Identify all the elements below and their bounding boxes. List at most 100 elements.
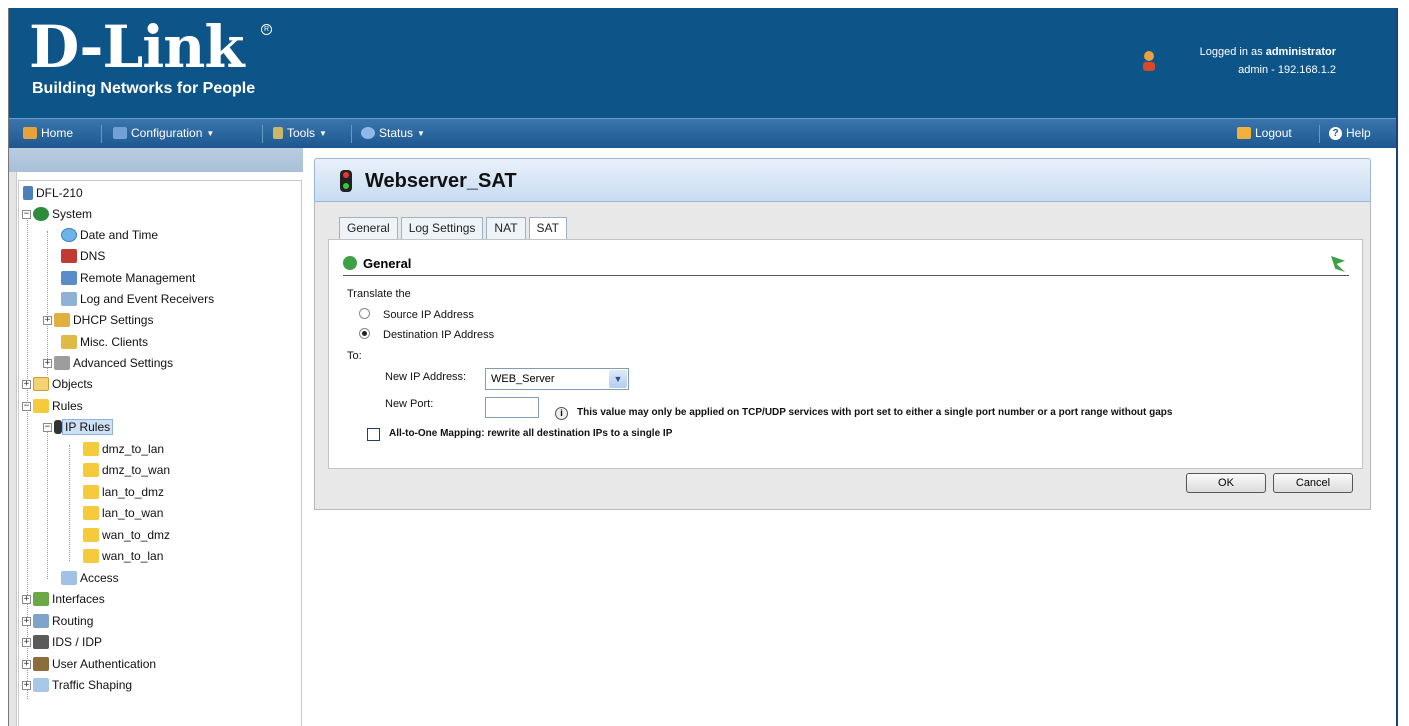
new-ip-value: WEB_Server <box>491 373 555 385</box>
tree-label: User Authentication <box>52 657 157 671</box>
expand-icon[interactable]: + <box>22 616 31 626</box>
header: D-Link R Building Networks for People Lo… <box>9 8 1396 118</box>
tree-item-dhcp[interactable]: + DHCP Settings <box>43 310 153 330</box>
tree-label: DHCP Settings <box>73 313 154 327</box>
caret-down-icon: ▼ <box>206 128 215 138</box>
new-ip-select[interactable]: WEB_Server ▼ <box>485 368 629 390</box>
tree-label: Log and Event Receivers <box>80 292 215 306</box>
tree-item-interfaces[interactable]: + Interfaces <box>22 589 105 609</box>
routing-icon <box>33 614 49 628</box>
collapse-icon[interactable]: − <box>43 422 52 432</box>
expand-icon[interactable]: + <box>22 379 31 389</box>
to-label: To: <box>347 350 362 362</box>
sidebar-header <box>9 148 303 172</box>
expand-icon[interactable]: + <box>22 594 31 604</box>
reset-icon[interactable] <box>1331 256 1345 272</box>
expand-icon[interactable]: + <box>43 315 52 325</box>
menu-logout-label: Logout <box>1255 126 1292 140</box>
tree-item-dns[interactable]: DNS <box>61 246 105 266</box>
new-port-input[interactable] <box>485 397 539 418</box>
tab-general[interactable]: General <box>339 217 398 239</box>
tree-item-advanced-settings[interactable]: + Advanced Settings <box>43 353 173 373</box>
source-ip-radio[interactable] <box>359 308 370 319</box>
tree-label: Advanced Settings <box>73 356 174 370</box>
device-icon <box>23 186 33 200</box>
tree-item-ip-rule[interactable]: lan_to_dmz <box>83 482 164 502</box>
tree-item-ip-rule[interactable]: wan_to_lan <box>83 546 163 566</box>
sidebar-scrollbar[interactable] <box>9 172 17 726</box>
menu-logout[interactable]: Logout <box>1237 126 1292 140</box>
tree-item-system[interactable]: − System <box>22 204 92 224</box>
expand-icon[interactable]: + <box>43 358 52 368</box>
access-icon <box>61 571 77 585</box>
tree-item-routing[interactable]: + Routing <box>22 611 93 631</box>
tree-item-log-receivers[interactable]: Log and Event Receivers <box>61 289 214 309</box>
help-icon: ? <box>1329 126 1342 140</box>
chevron-down-icon[interactable]: ▼ <box>609 370 627 388</box>
source-ip-label: Source IP Address <box>383 309 474 321</box>
tree-item-access[interactable]: Access <box>61 568 119 588</box>
collapse-icon[interactable]: − <box>22 401 31 411</box>
tree-label: lan_to_dmz <box>102 485 165 499</box>
menu-status[interactable]: Status ▼ <box>361 126 425 140</box>
menu-configuration[interactable]: Configuration ▼ <box>113 126 214 140</box>
tree-label: Misc. Clients <box>80 335 149 349</box>
menu-home[interactable]: Home <box>23 126 73 140</box>
menu-separator <box>101 125 102 143</box>
panel-title-bar: Webserver_SAT <box>314 158 1371 202</box>
menu-help[interactable]: ? Help <box>1329 126 1371 140</box>
tree-label: Remote Management <box>80 271 196 285</box>
tree-item-date-time[interactable]: Date and Time <box>61 225 158 245</box>
tree-item-ip-rule[interactable]: wan_to_dmz <box>83 525 170 545</box>
ok-button[interactable]: OK <box>1186 473 1266 493</box>
clock-icon <box>61 228 77 242</box>
tree-item-user-authentication[interactable]: + User Authentication <box>22 654 156 674</box>
traffic-light-icon <box>340 170 352 192</box>
menu-bar: Home Configuration ▼ Tools ▼ Status ▼ Lo… <box>9 118 1396 148</box>
tree-item-rules[interactable]: − Rules <box>22 396 83 416</box>
tab-sat[interactable]: SAT <box>528 217 567 240</box>
menu-tools[interactable]: Tools ▼ <box>273 126 327 140</box>
tree-item-traffic-shaping[interactable]: + Traffic Shaping <box>22 675 132 695</box>
tree-item-ip-rule[interactable]: lan_to_wan <box>83 503 163 523</box>
tree-label: dmz_to_wan <box>102 463 171 477</box>
tree-item-objects[interactable]: + Objects <box>22 374 93 394</box>
tab-nat[interactable]: NAT <box>486 217 526 239</box>
tree-item-ip-rule[interactable]: dmz_to_lan <box>83 439 164 459</box>
tab-bar: General Log Settings NAT SAT <box>339 217 570 240</box>
status-icon <box>361 127 375 139</box>
all-to-one-label: All-to-One Mapping: rewrite all destinat… <box>389 428 673 439</box>
user-authentication-icon <box>33 657 49 671</box>
collapse-icon[interactable]: − <box>22 209 31 219</box>
tree-label: lan_to_wan <box>102 506 164 520</box>
tree-label: System <box>52 207 93 221</box>
expand-icon[interactable]: + <box>22 659 31 669</box>
rule-icon <box>83 506 99 520</box>
tree-item-ip-rules[interactable]: − IP Rules <box>43 417 114 437</box>
tree-item-ip-rule[interactable]: dmz_to_wan <box>83 460 170 480</box>
tree-item-ids-idp[interactable]: + IDS / IDP <box>22 632 102 652</box>
destination-ip-label: Destination IP Address <box>383 329 495 341</box>
app-window: D-Link R Building Networks for People Lo… <box>8 8 1398 726</box>
tree-connector <box>47 424 48 579</box>
cancel-button[interactable]: Cancel <box>1273 473 1353 493</box>
tree-label: Objects <box>52 377 93 391</box>
user-icon <box>1143 51 1155 71</box>
tree-item-remote-management[interactable]: Remote Management <box>61 268 195 288</box>
section-header: General <box>343 254 1349 276</box>
tree-item-misc-clients[interactable]: Misc. Clients <box>61 332 148 352</box>
menu-configuration-label: Configuration <box>131 126 203 140</box>
home-icon <box>23 127 37 139</box>
configuration-icon <box>113 127 127 139</box>
tab-log-settings[interactable]: Log Settings <box>400 217 484 239</box>
tree-label: IDS / IDP <box>52 635 103 649</box>
tree-label: Interfaces <box>52 592 105 606</box>
all-to-one-checkbox[interactable] <box>367 428 380 441</box>
login-prefix: Logged in as <box>1199 46 1266 58</box>
expand-icon[interactable]: + <box>22 680 31 690</box>
tree-item-device[interactable]: DFL-210 <box>23 183 83 203</box>
tree-label: Date and Time <box>80 228 159 242</box>
expand-icon[interactable]: + <box>22 637 31 647</box>
port-hint: This value may only be applied on TCP/UD… <box>577 407 1173 418</box>
destination-ip-radio[interactable] <box>359 328 370 339</box>
